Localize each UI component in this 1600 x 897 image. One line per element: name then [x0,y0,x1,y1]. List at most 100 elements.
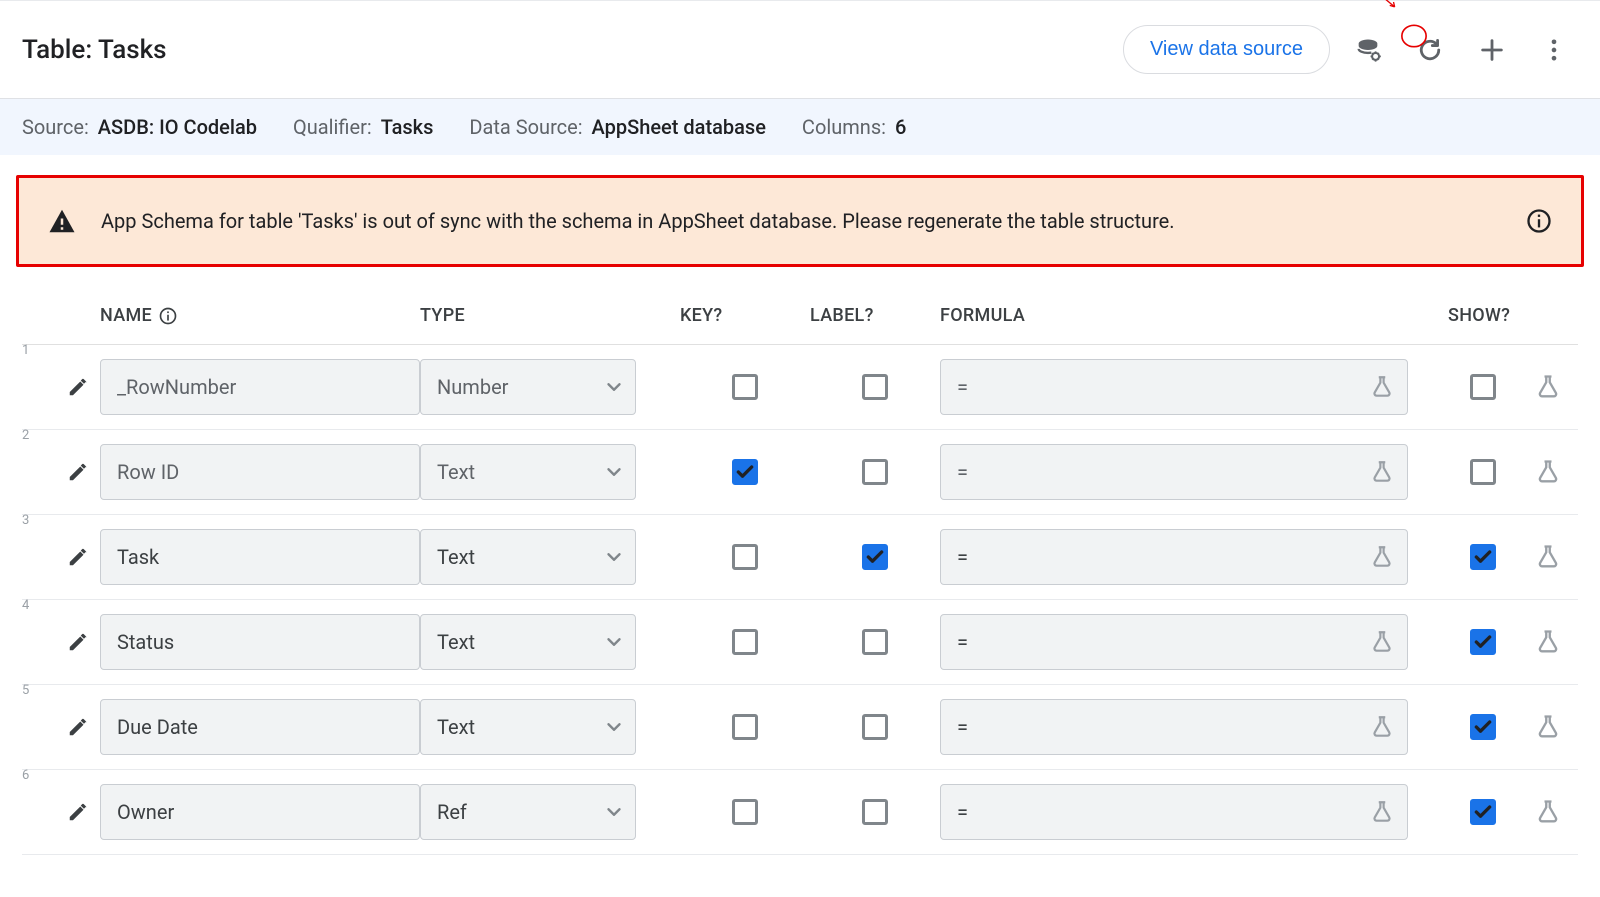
page-title: Table: Tasks [22,35,167,65]
column-name-input[interactable]: Owner [100,784,420,840]
beaker-icon [1369,629,1395,655]
label-checkbox[interactable] [862,459,888,485]
col-header-type: TYPE [420,305,680,326]
info-icon[interactable] [1525,207,1553,235]
show-checkbox[interactable] [1470,544,1496,570]
source-strip: Source: ASDB: IO Codelab Qualifier: Task… [0,99,1600,155]
show-checkbox[interactable] [1470,629,1496,655]
formula-input[interactable]: = [940,529,1408,585]
column-row: 1 _RowNumber Number = [22,345,1578,430]
column-type-select[interactable]: Text [420,699,636,755]
row-number: 6 [22,768,29,783]
column-type-select[interactable]: Text [420,529,636,585]
column-name-input[interactable]: _RowNumber [100,359,420,415]
refresh-icon [1416,36,1444,64]
column-type-select[interactable]: Number [420,359,636,415]
beaker-icon [1369,459,1395,485]
view-data-source-button[interactable]: View data source [1123,25,1330,74]
show-expression-button[interactable] [1518,373,1578,401]
more-menu-button[interactable] [1530,26,1578,74]
column-type-select[interactable]: Ref [420,784,636,840]
edit-column-button[interactable] [56,461,100,483]
key-checkbox[interactable] [732,374,758,400]
formula-input[interactable]: = [940,699,1408,755]
qualifier-value: Tasks [381,115,434,139]
pencil-icon [67,461,89,483]
datasource-value: AppSheet database [592,115,766,139]
beaker-icon [1534,543,1562,571]
key-checkbox[interactable] [732,544,758,570]
formula-input[interactable]: = [940,444,1408,500]
edit-column-button[interactable] [56,376,100,398]
key-checkbox[interactable] [732,714,758,740]
column-row: 2 Row ID Text = [22,430,1578,515]
chevron-down-icon [603,801,625,823]
label-checkbox[interactable] [862,714,888,740]
row-number: 1 [22,343,29,358]
show-expression-button[interactable] [1518,628,1578,656]
schema-warning-message: App Schema for table 'Tasks' is out of s… [101,209,1525,233]
edit-column-button[interactable] [56,716,100,738]
beaker-icon [1369,714,1395,740]
table-header: Table: Tasks View data source [0,0,1600,99]
pencil-icon [67,716,89,738]
chevron-down-icon [603,461,625,483]
show-expression-button[interactable] [1518,798,1578,826]
beaker-icon [1534,458,1562,486]
show-checkbox[interactable] [1470,714,1496,740]
col-header-label: LABEL? [810,305,940,326]
column-type-select[interactable]: Text [420,614,636,670]
col-header-formula: FORMULA [940,305,1448,326]
column-name-input[interactable]: Due Date [100,699,420,755]
beaker-icon [1534,713,1562,741]
schema-warning-banner: App Schema for table 'Tasks' is out of s… [16,175,1584,267]
column-name-input[interactable]: Row ID [100,444,420,500]
chevron-down-icon [603,376,625,398]
show-checkbox[interactable] [1470,459,1496,485]
pencil-icon [67,376,89,398]
qualifier-label: Qualifier: [293,115,372,139]
show-checkbox[interactable] [1470,374,1496,400]
plus-icon [1478,36,1506,64]
label-checkbox[interactable] [862,799,888,825]
columns-header-row: NAME TYPE KEY? LABEL? FORMULA SHOW? [22,289,1578,345]
col-header-key: KEY? [680,305,810,326]
beaker-icon [1534,628,1562,656]
beaker-icon [1534,373,1562,401]
formula-input[interactable]: = [940,359,1408,415]
column-type-select[interactable]: Text [420,444,636,500]
label-checkbox[interactable] [862,374,888,400]
beaker-icon [1534,798,1562,826]
column-name-input[interactable]: Status [100,614,420,670]
columns-count-value: 6 [895,115,906,139]
column-row: 4 Status Text = [22,600,1578,685]
show-expression-button[interactable] [1518,713,1578,741]
add-button[interactable] [1468,26,1516,74]
info-icon[interactable] [158,306,178,326]
show-checkbox[interactable] [1470,799,1496,825]
edit-column-button[interactable] [56,631,100,653]
columns-count-label: Columns: [802,115,886,139]
label-checkbox[interactable] [862,544,888,570]
key-checkbox[interactable] [732,799,758,825]
row-number: 5 [22,683,29,698]
column-row: 6 Owner Ref = [22,770,1578,855]
label-checkbox[interactable] [862,629,888,655]
show-expression-button[interactable] [1518,543,1578,571]
regenerate-button[interactable] [1406,26,1454,74]
annotation-arrow [1378,0,1406,16]
key-checkbox[interactable] [732,459,758,485]
pencil-icon [67,546,89,568]
show-expression-button[interactable] [1518,458,1578,486]
formula-input[interactable]: = [940,614,1408,670]
pencil-icon [67,801,89,823]
formula-input[interactable]: = [940,784,1408,840]
columns-table: NAME TYPE KEY? LABEL? FORMULA SHOW? 1 _R… [0,279,1600,855]
datasource-settings-button[interactable] [1344,26,1392,74]
key-checkbox[interactable] [732,629,758,655]
more-vert-icon [1540,36,1568,64]
col-header-name: NAME [100,305,420,326]
edit-column-button[interactable] [56,801,100,823]
column-name-input[interactable]: Task [100,529,420,585]
edit-column-button[interactable] [56,546,100,568]
